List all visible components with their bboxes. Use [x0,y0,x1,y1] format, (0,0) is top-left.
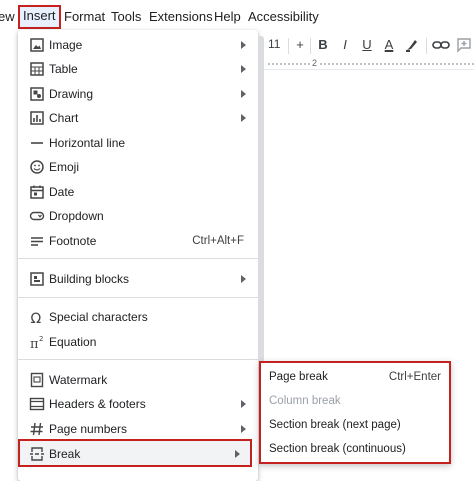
menu-item-label: Equation [49,335,97,349]
svg-text:2: 2 [39,335,43,343]
submenu-item-section-break-next-page[interactable]: Section break (next page) [269,414,441,436]
menu-item-date[interactable]: Date [18,180,258,204]
ruler: 2 [262,58,474,70]
menu-item-dropdown[interactable]: Dropdown [18,204,258,228]
headers-footers-icon [29,396,45,412]
menu-extensions[interactable]: Extensions [149,6,213,28]
menu-item-label: Special characters [49,310,148,324]
bold-button[interactable]: B [314,34,332,56]
menu-item-chart[interactable]: Chart [18,106,258,130]
menu-item-label: Watermark [49,373,108,387]
hash-icon [29,421,45,437]
increase-font-size-button[interactable]: + [292,34,308,56]
menu-item-label: Page numbers [49,422,128,436]
menu-item-label: Footnote [49,234,97,248]
italic-button[interactable]: I [336,34,354,56]
menu-format[interactable]: Format [64,6,105,28]
menu-item-image[interactable]: Image [18,33,258,57]
toolbar: + B I U A [262,32,474,58]
underline-button[interactable]: U [358,34,376,56]
submenu-item-column-break: Column break [269,390,441,412]
menu-item-footnote[interactable]: Footnote Ctrl+Alt+F [18,229,258,253]
break-icon [29,446,45,462]
menu-help[interactable]: Help [214,6,241,28]
text-color-button[interactable]: A [380,34,398,56]
dropdown-icon [29,208,45,224]
menu-item-emoji[interactable]: Emoji [18,155,258,179]
menu-view[interactable]: ew [0,6,15,28]
menu-insert[interactable]: Insert [18,5,61,29]
menu-divider [18,297,258,298]
footnote-icon [29,233,45,249]
submenu-item-label: Section break (continuous) [269,443,406,455]
menu-item-page-numbers[interactable]: Page numbers [18,417,258,441]
ruler-ticks [268,63,474,65]
building-blocks-icon [29,271,45,287]
menu-divider [18,359,258,360]
insert-menu: Image Table Drawing Chart Horizontal lin… [18,30,258,481]
drawing-icon [29,86,45,102]
omega-icon: Ω [29,309,45,325]
watermark-icon [29,372,45,388]
svg-text:π: π [30,337,39,350]
menu-item-watermark[interactable]: Watermark [18,368,258,392]
submenu-arrow-icon [241,114,246,122]
menu-item-label: Drawing [49,87,94,101]
calendar-icon [29,184,45,200]
menu-item-label: Horizontal line [49,136,126,150]
menu-bar: ew Insert Format Tools Extensions Help A… [0,0,474,32]
submenu-arrow-icon [241,425,246,433]
menu-item-headers-footers[interactable]: Headers & footers [18,392,258,416]
menu-item-table[interactable]: Table [18,57,258,81]
menu-item-drawing[interactable]: Drawing [18,82,258,106]
submenu-item-label: Section break (next page) [269,419,401,431]
submenu-item-label: Column break [269,395,341,407]
menu-item-equation[interactable]: π2 Equation [18,330,258,354]
menu-accessibility[interactable]: Accessibility [248,6,319,28]
submenu-item-page-break[interactable]: Page break Ctrl+Enter [269,366,441,388]
keyboard-shortcut: Ctrl+Alt+F [192,235,244,247]
menu-item-label: Headers & footers [49,397,146,411]
submenu-arrow-icon [241,41,246,49]
menu-item-label: Image [49,38,83,52]
emoji-icon [29,159,45,175]
ruler-mark: 2 [310,58,320,68]
submenu-item-section-break-continuous[interactable]: Section break (continuous) [269,438,441,460]
horizontal-line-icon [29,135,45,151]
menu-item-building-blocks[interactable]: Building blocks [18,267,258,291]
submenu-arrow-icon [235,450,240,458]
break-submenu: Page break Ctrl+Enter Column break Secti… [259,361,451,464]
menu-item-label: Building blocks [49,272,130,286]
toolbar-divider [288,38,289,54]
link-icon[interactable] [432,37,450,59]
menu-tools[interactable]: Tools [111,6,141,28]
menu-item-label: Table [49,62,78,76]
toolbar-divider [310,38,311,54]
menu-divider [18,258,258,259]
menu-item-special-characters[interactable]: Ω Special characters [18,305,258,329]
submenu-arrow-icon [241,90,246,98]
submenu-arrow-icon [241,65,246,73]
keyboard-shortcut: Ctrl+Enter [388,371,441,383]
menu-item-horizontal-line[interactable]: Horizontal line [18,131,258,155]
toolbar-divider [426,38,427,54]
menu-item-label: Emoji [49,160,80,174]
menu-item-label: Chart [49,111,79,125]
svg-text:Ω: Ω [31,311,42,325]
menu-item-label: Break [49,447,81,461]
pi-icon: π2 [29,334,45,350]
submenu-item-label: Page break [269,371,328,383]
table-icon [29,61,45,77]
menu-scrollbar[interactable] [258,36,264,381]
highlight-color-icon[interactable] [404,37,420,59]
menu-item-label: Date [49,185,75,199]
chart-icon [29,110,45,126]
comment-icon[interactable] [456,37,472,59]
submenu-arrow-icon [241,400,246,408]
menu-item-break[interactable]: Break [18,439,252,467]
submenu-arrow-icon [241,275,246,283]
image-icon [29,37,45,53]
menu-item-label: Dropdown [49,209,104,223]
